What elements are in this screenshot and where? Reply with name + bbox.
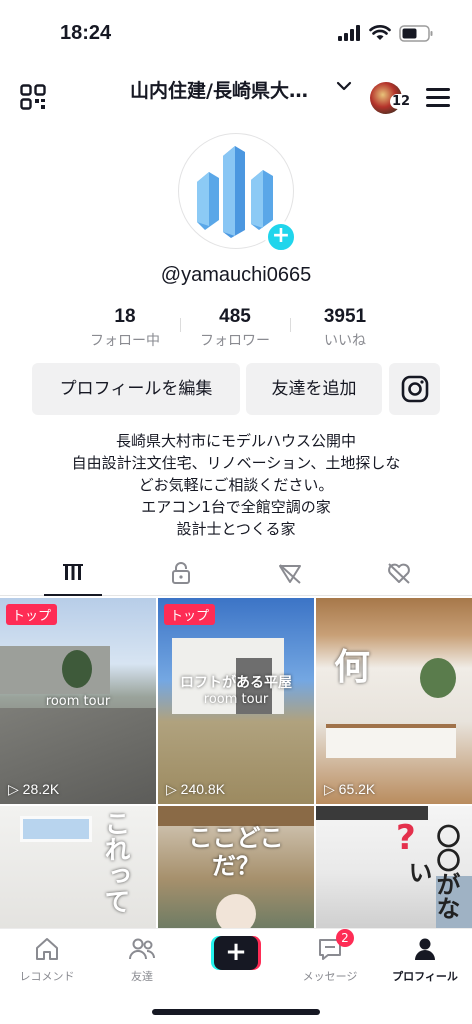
menu-icon[interactable]: [426, 88, 450, 108]
stat-value: 3951: [323, 306, 367, 327]
nav-label: 友達: [131, 970, 153, 983]
profile-stats: 18 フォロー中 485 フォロワー 3951 いいね: [70, 306, 402, 354]
home-icon: [36, 938, 58, 960]
tab-private-lock-icon[interactable]: [166, 558, 196, 588]
stat-value: 18: [114, 306, 136, 327]
video-thumbnail[interactable]: ? 〇〇がない: [316, 806, 472, 928]
video-title-overlay: ここどこだ？: [188, 824, 284, 880]
stat-followers[interactable]: 485 フォロワー: [180, 306, 290, 354]
home-indicator: [152, 1009, 320, 1015]
signal-icon: [338, 25, 360, 41]
bio-line: どお気軽にご相談ください。: [138, 476, 334, 494]
wifi-icon: [369, 25, 391, 40]
stat-label: フォロワー: [200, 333, 270, 349]
view-count: 240.8K: [166, 781, 225, 798]
instagram-button[interactable]: [389, 363, 440, 415]
video-thumbnail[interactable]: トップ room tour 28.2K: [0, 598, 156, 804]
username: @yamauchi0665: [160, 264, 312, 286]
pinned-badge: トップ: [6, 604, 58, 625]
stat-label: フォロー中: [90, 333, 160, 349]
plus-icon: +: [214, 936, 258, 970]
tab-videos-grid-icon[interactable]: [58, 558, 88, 588]
add-friend-button[interactable]: 友達を追加: [246, 363, 382, 415]
nav-profile[interactable]: プロフィール: [380, 935, 470, 984]
qr-code-icon[interactable]: [20, 84, 46, 110]
nav-friends[interactable]: 友達: [97, 935, 187, 984]
profile-header: 山内住建/長崎県大… 12: [0, 66, 472, 126]
add-photo-plus-icon[interactable]: +: [265, 221, 297, 253]
view-count: 65.2K: [324, 781, 376, 798]
divider: [290, 318, 291, 332]
bio-line: 長崎県大村市にモデルハウス公開中: [115, 432, 356, 450]
nav-home[interactable]: レコメンド: [2, 935, 92, 984]
video-grid: トップ room tour 28.2K トップ ロフトがある平屋 room to…: [0, 598, 472, 928]
video-thumbnail[interactable]: 何 65.2K: [316, 598, 472, 804]
status-bar: 18:24: [0, 0, 472, 66]
video-title-overlay: ロフトがある平屋: [180, 675, 292, 691]
account-switcher[interactable]: 山内住建/長崎県大…: [130, 76, 308, 103]
nav-inbox[interactable]: メッセージ: [285, 935, 375, 984]
profile-bio: 長崎県大村市にモデルハウス公開中 自由設計注文住宅、リノベーション、土地探しな …: [0, 430, 472, 540]
bio-line: エアコン1台で全館空調の家: [141, 498, 331, 516]
video-title-overlay: 〇〇がない: [404, 824, 460, 920]
content-tabs: [0, 552, 472, 596]
bottom-nav: レコメンド 友達 + メッセージ 2 プロフィール: [0, 928, 472, 1024]
tab-favorites-hidden-icon[interactable]: [275, 558, 305, 588]
chevron-down-icon[interactable]: [336, 80, 352, 92]
bio-line: 自由設計注文住宅、リノベーション、土地探しな: [71, 454, 401, 472]
battery-icon: [399, 25, 433, 42]
friends-icon: [129, 938, 155, 960]
active-tab-indicator: [44, 594, 102, 596]
video-title-overlay: これって: [100, 810, 130, 914]
stat-likes[interactable]: 3951 いいね: [290, 306, 400, 354]
video-caption: room tour: [45, 694, 111, 709]
tab-liked-heart-icon[interactable]: [384, 558, 414, 588]
notification-count: 12: [390, 94, 413, 109]
nav-label: メッセージ: [302, 970, 358, 983]
profile-icon: [415, 938, 435, 960]
stat-value: 485: [219, 306, 251, 327]
divider: [180, 318, 181, 332]
nav-label: レコメンド: [19, 970, 75, 983]
nav-label: プロフィール: [392, 970, 458, 983]
edit-profile-button[interactable]: プロフィールを編集: [32, 363, 240, 415]
video-title-overlay: 何: [333, 647, 370, 688]
pinned-badge: トップ: [164, 604, 216, 625]
stat-following[interactable]: 18 フォロー中: [70, 306, 180, 354]
inbox-badge: 2: [336, 929, 354, 947]
video-thumbnail[interactable]: ここどこだ？: [158, 806, 314, 928]
stat-label: いいね: [324, 333, 366, 349]
video-caption: room tour: [203, 692, 269, 707]
view-count: 28.2K: [8, 781, 60, 798]
status-time: 18:24: [60, 22, 112, 44]
video-thumbnail[interactable]: これって: [0, 806, 156, 928]
video-thumbnail[interactable]: トップ ロフトがある平屋 room tour 240.8K: [158, 598, 314, 804]
create-button[interactable]: +: [211, 936, 261, 970]
instagram-icon: [401, 375, 428, 403]
bio-line: 設計士とつくる家: [176, 520, 296, 538]
